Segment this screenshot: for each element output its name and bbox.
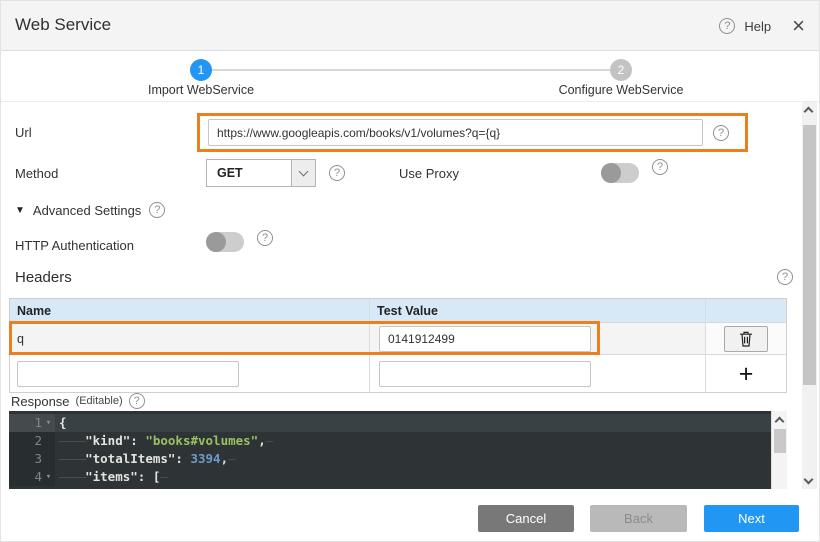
dialog-scrollbar[interactable] [802,102,817,489]
new-value-input[interactable] [379,361,591,387]
dialog-header: Web Service ? Help × [1,1,820,51]
http-auth-toggle[interactable] [206,232,244,252]
http-auth-label: HTTP Authentication [15,238,134,253]
editor-scrollbar[interactable] [771,411,787,489]
stepper-connector [212,69,610,71]
close-icon[interactable]: × [792,16,805,36]
url-label: Url [15,125,32,140]
fold-arrow-icon[interactable]: ▾ [42,414,55,432]
dialog-scroll-thumb[interactable] [803,125,816,385]
use-proxy-toggle[interactable] [601,163,639,183]
help-link[interactable]: Help [744,19,771,34]
toggle-knob [601,163,621,183]
collapse-arrow-icon: ▼ [15,205,25,216]
advanced-settings-toggle[interactable]: ▼ Advanced Settings ? [15,202,165,218]
wizard-stepper: 1 2 Import WebService Configure WebServi… [1,52,820,102]
response-help-icon[interactable]: ? [129,393,145,409]
use-proxy-label: Use Proxy [399,166,459,181]
next-button[interactable]: Next [704,505,799,532]
method-label: Method [15,166,58,181]
table-new-row: + [10,355,786,392]
back-button[interactable]: Back [590,505,687,532]
url-help-icon[interactable]: ? [713,125,729,141]
column-header-name: Name [10,299,370,322]
code-line[interactable]: 1▾{ [9,414,771,432]
method-help-icon[interactable]: ? [329,165,345,181]
code-lines[interactable]: 1▾{2––––"kind": "books#volumes",–3––––"t… [9,411,771,489]
response-label: Response [11,394,70,409]
column-header-test-value: Test Value [370,299,706,322]
header-name-cell[interactable]: q [10,323,370,354]
toggle-knob [206,232,226,252]
step-2-label: Configure WebService [531,83,711,97]
step-2-circle[interactable]: 2 [610,59,632,81]
step-1-circle[interactable]: 1 [190,59,212,81]
add-row-button[interactable]: + [739,364,754,384]
headers-section-title: Headers [15,269,72,286]
table-row: q [10,322,786,355]
header-value-cell [370,323,706,354]
delete-row-button[interactable] [724,326,768,352]
trash-icon [739,331,753,347]
column-header-actions [706,299,786,322]
url-input[interactable] [208,119,703,146]
help-icon[interactable]: ? [719,18,735,34]
use-proxy-help-icon[interactable]: ? [652,159,668,175]
headers-table: Name Test Value q [9,298,787,393]
method-select[interactable]: GET [206,159,316,187]
step-1-label: Import WebService [111,83,291,97]
scroll-up-icon[interactable] [804,107,814,117]
cancel-button[interactable]: Cancel [478,505,574,532]
method-selected-value: GET [207,160,291,186]
code-line[interactable]: 2––––"kind": "books#volumes",– [9,432,771,450]
code-line[interactable]: 4▾––––"items": [– [9,468,771,486]
http-auth-help-icon[interactable]: ? [257,230,273,246]
advanced-settings-label: Advanced Settings [33,203,141,218]
chevron-down-icon [299,167,309,177]
test-value-input[interactable] [379,326,591,352]
method-dropdown-button[interactable] [291,160,315,186]
table-header-row: Name Test Value [10,299,786,322]
headers-help-icon[interactable]: ? [777,269,793,285]
url-highlight-box: ? [197,113,748,152]
response-editable-label: (Editable) [76,395,123,407]
code-line[interactable]: 3––––"totalItems": 3394,– [9,450,771,468]
response-code-editor[interactable]: 1▾{2––––"kind": "books#volumes",–3––––"t… [9,411,787,489]
web-service-dialog: Web Service ? Help × 1 2 Import WebServi… [0,0,820,542]
new-name-input[interactable] [17,361,239,387]
editor-scroll-thumb[interactable] [774,429,786,453]
page-title: Web Service [15,15,111,35]
scroll-down-icon[interactable] [804,475,814,485]
fold-arrow-icon[interactable]: ▾ [42,468,55,486]
scroll-up-icon[interactable] [775,417,785,427]
advanced-settings-help-icon[interactable]: ? [149,202,165,218]
